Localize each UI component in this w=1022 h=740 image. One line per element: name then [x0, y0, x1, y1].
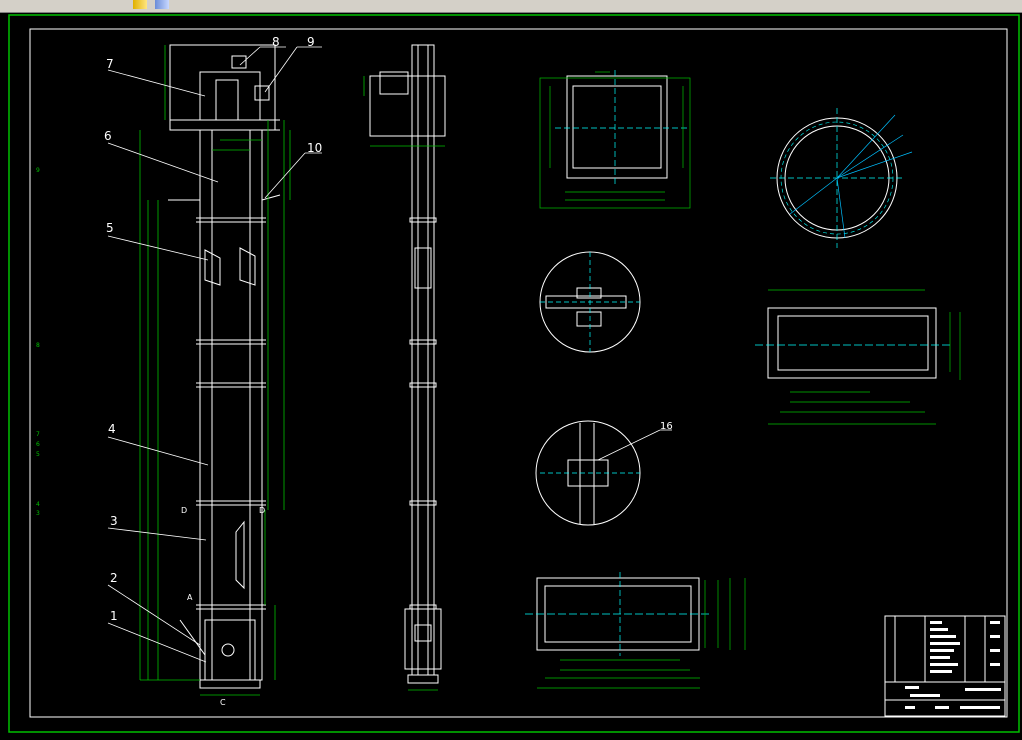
grid-ref-5: 5 — [36, 451, 40, 458]
bolt-detail-upper — [539, 251, 641, 353]
part-label-7: 7 — [106, 57, 114, 71]
part-label-8: 8 — [272, 35, 280, 49]
grid-ref-9: 9 — [36, 167, 40, 174]
grid-ref-7: 7 — [36, 431, 40, 438]
section-label-d-left: D — [181, 506, 187, 515]
section-label-d-right: D — [259, 506, 265, 515]
elevator-front-view — [168, 44, 281, 689]
bolt-detail-lower — [535, 420, 672, 526]
part-label-16: 16 — [660, 421, 673, 432]
section-labels: D D C A — [181, 506, 265, 707]
inner-frame — [29, 28, 1008, 718]
part-label-3: 3 — [110, 514, 118, 528]
drawing-canvas[interactable]: 9 8 7 6 5 4 3 1 2 3 4 5 6 7 8 9 10 D D C… — [0, 12, 1022, 736]
pencil-icon[interactable] — [133, 0, 147, 9]
part-label-1: 1 — [110, 609, 118, 623]
plate-detail-right — [755, 289, 961, 425]
front-view-dimensions — [139, 45, 291, 696]
title-block — [884, 615, 1006, 717]
grid-refs: 9 8 7 6 5 4 3 — [36, 167, 40, 517]
title-block-entries — [905, 621, 1001, 709]
grid-ref-3: 3 — [36, 510, 40, 517]
section-label-c: C — [220, 698, 226, 707]
plate-detail-bottom — [525, 572, 746, 689]
grid-ref-8: 8 — [36, 342, 40, 349]
section-label-a: A — [187, 593, 193, 602]
plate-detail-top — [539, 70, 691, 209]
outer-frame — [8, 14, 1020, 733]
cad-drawing: 9 8 7 6 5 4 3 1 2 3 4 5 6 7 8 9 10 D D C… — [8, 14, 1020, 733]
grid-ref-4: 4 — [36, 501, 40, 508]
part-label-5: 5 — [106, 221, 114, 235]
part-label-10: 10 — [307, 141, 322, 155]
part-label-4: 4 — [108, 422, 116, 436]
grid-ref-6: 6 — [36, 441, 40, 448]
flange-circle-detail — [770, 108, 913, 248]
part-labels: 1 2 3 4 5 6 7 8 9 10 — [104, 35, 322, 623]
layers-icon[interactable] — [155, 0, 169, 9]
part-label-9: 9 — [307, 35, 315, 49]
elevator-side-view — [369, 44, 446, 684]
part-label-6: 6 — [104, 129, 112, 143]
part-label-2: 2 — [110, 571, 118, 585]
